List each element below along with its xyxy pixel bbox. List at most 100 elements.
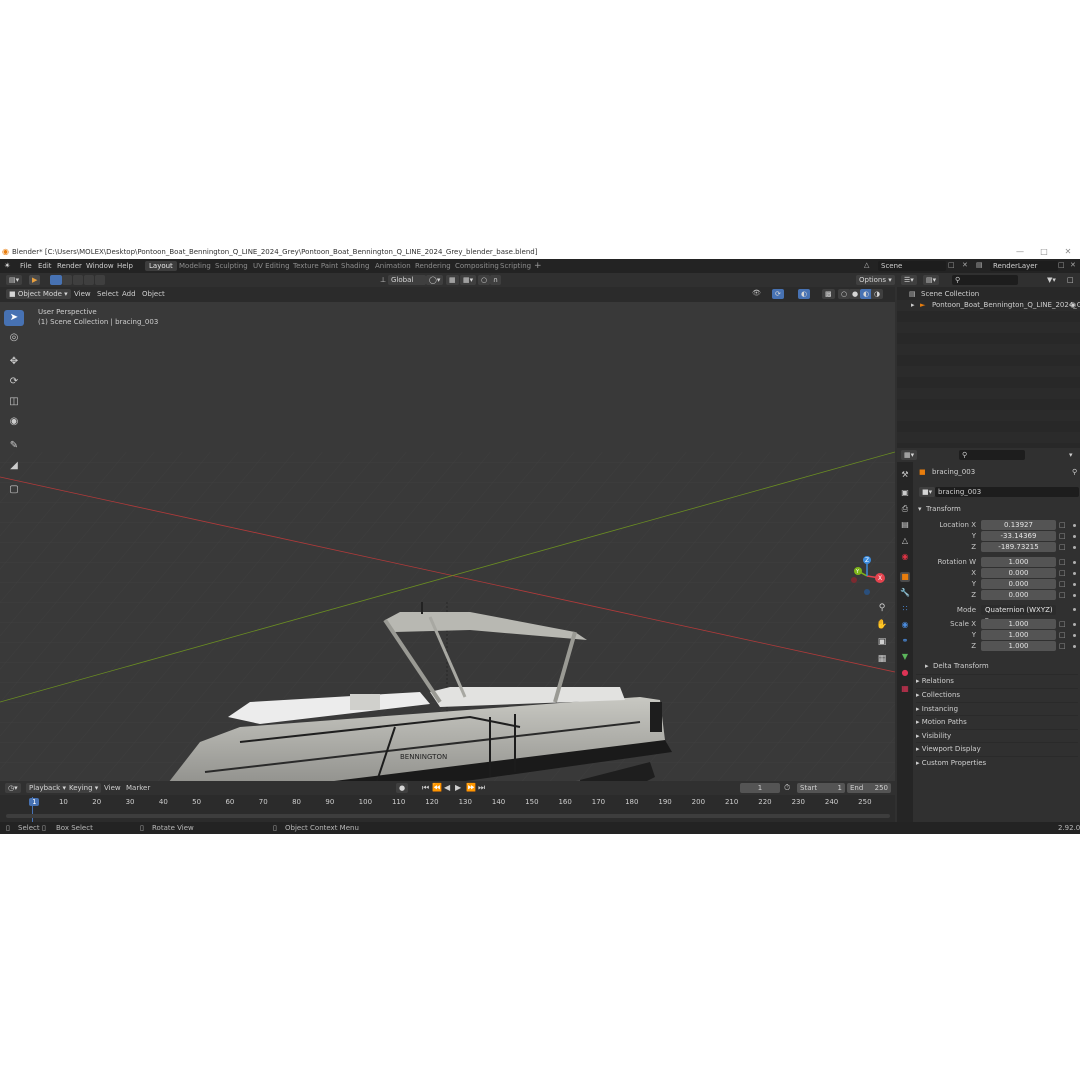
tab-animation[interactable]: Animation — [371, 261, 415, 271]
lock-icon[interactable]: □ — [1059, 631, 1066, 639]
end-frame-field[interactable]: End 250 — [847, 783, 891, 793]
lock-icon[interactable]: □ — [1059, 543, 1066, 551]
location-y-field[interactable]: -33.14369 — [981, 531, 1056, 541]
tab-scripting[interactable]: Scripting — [496, 261, 535, 271]
keyframe-dot-icon[interactable] — [1073, 594, 1076, 597]
keyframe-dot-icon[interactable] — [1073, 583, 1076, 586]
menu-help[interactable]: Help — [117, 262, 133, 270]
transform-expand-icon[interactable]: ▾ — [918, 505, 922, 513]
timeline-view-menu[interactable]: View — [104, 784, 121, 792]
scale-z-field[interactable]: 1.000 — [981, 641, 1056, 651]
properties-options-icon[interactable]: ▾ — [1069, 451, 1073, 459]
add-cube-tool-icon[interactable]: ▢ — [4, 482, 24, 498]
material-tab-icon[interactable]: ● — [900, 668, 910, 678]
rotation-mode-dropdown[interactable]: Quaternion (WXYZ) ▾ — [981, 605, 1056, 624]
timeline-marker-menu[interactable]: Marker — [126, 784, 150, 792]
menu-view[interactable]: View — [74, 290, 91, 298]
snap-target-icon[interactable]: ▦▾ — [460, 275, 477, 285]
object-name-field[interactable]: bracing_003 — [935, 487, 1079, 497]
current-frame-field[interactable]: 1 — [740, 783, 780, 793]
mode-difference-icon[interactable] — [84, 275, 94, 285]
gizmo-toggle-icon[interactable]: ⟳ — [772, 289, 784, 299]
tab-sculpting[interactable]: Sculpting — [211, 261, 252, 271]
mode-set-icon[interactable] — [50, 275, 62, 285]
delete-scene-icon[interactable]: ✕ — [962, 261, 968, 269]
menu-file[interactable]: File — [20, 262, 32, 270]
texture-tab-icon[interactable]: ▦ — [900, 684, 910, 694]
keyframe-dot-icon[interactable] — [1073, 524, 1076, 527]
expand-arrow-icon[interactable]: ▸ — [911, 301, 915, 309]
perspective-toggle-icon[interactable]: ▦ — [875, 652, 889, 666]
jump-end-icon[interactable]: ⏭ — [478, 783, 485, 793]
timeline-scrollbar[interactable] — [6, 814, 890, 818]
object-type-dropdown[interactable]: ■▾ — [919, 487, 936, 497]
delete-view-layer-icon[interactable]: ✕ — [1070, 261, 1076, 269]
outliner-editor-type-icon[interactable]: ☰▾ — [901, 275, 917, 285]
menu-object[interactable]: Object — [142, 290, 165, 298]
tab-texture-paint[interactable]: Texture Paint — [289, 261, 342, 271]
measure-tool-icon[interactable]: ◢ — [4, 458, 24, 474]
panel-motion-paths[interactable]: ▸ Motion Paths — [916, 715, 1078, 728]
scale-y-field[interactable]: 1.000 — [981, 630, 1056, 640]
mode-subtract-icon[interactable] — [73, 275, 83, 285]
keying-menu[interactable]: Keying ▾ — [66, 783, 102, 793]
zoom-icon[interactable]: ⚲ — [875, 601, 889, 615]
particles-tab-icon[interactable]: ∷ — [900, 604, 910, 614]
cursor-tool-icon[interactable]: ◎ — [4, 330, 24, 346]
new-scene-icon[interactable]: □ — [948, 261, 955, 269]
tab-uv-editing[interactable]: UV Editing — [249, 261, 294, 271]
rendered-shading-icon[interactable]: ◑ — [871, 289, 884, 299]
visibility-selectability-icon[interactable]: 👁 — [752, 289, 761, 297]
lock-icon[interactable]: □ — [1059, 558, 1066, 566]
outliner-row[interactable]: ▸ ► Pontoon_Boat_Bennington_Q_LINE_2024_… — [897, 300, 1080, 311]
lock-icon[interactable]: □ — [1059, 620, 1066, 628]
lock-icon[interactable]: □ — [1059, 642, 1066, 650]
pan-hand-icon[interactable]: ✋ — [875, 618, 889, 632]
lock-icon[interactable]: □ — [1059, 580, 1066, 588]
mode-extend-icon[interactable] — [62, 275, 72, 285]
menu-select[interactable]: Select — [97, 290, 119, 298]
visibility-eye-icon[interactable]: ◉ — [1070, 301, 1076, 309]
lock-icon[interactable]: □ — [1059, 532, 1066, 540]
properties-editor-type-icon[interactable]: ▦▾ — [901, 450, 918, 460]
panel-custom-properties[interactable]: ▸ Custom Properties — [916, 756, 1078, 769]
blender-menu-icon[interactable]: ✴ — [4, 261, 11, 270]
keyframe-dot-icon[interactable] — [1073, 546, 1076, 549]
editor-type-icon[interactable]: ▤▾ — [6, 275, 23, 285]
filter-icon[interactable]: ▼▾ — [1047, 276, 1056, 284]
panel-relations[interactable]: ▸ Relations — [916, 674, 1078, 687]
playback-menu[interactable]: Playback ▾ — [26, 783, 69, 793]
object-tab-icon[interactable]: ■ — [900, 572, 910, 582]
scale-x-field[interactable]: 1.000 — [981, 619, 1056, 629]
transform-panel-title[interactable]: Transform — [926, 505, 961, 513]
frame-ruler[interactable]: 1 10 20 30 40 50 60 70 80 90 100 110 120 130 140 150 160… — [0, 795, 895, 809]
tab-rendering[interactable]: Rendering — [411, 261, 455, 271]
lock-icon[interactable]: □ — [1059, 521, 1066, 529]
delta-transform-expand-icon[interactable]: ▸ — [925, 662, 929, 670]
camera-view-icon[interactable]: ▣ — [875, 635, 889, 649]
jump-start-icon[interactable]: ⏮ — [422, 783, 429, 793]
tab-layout[interactable]: Layout — [145, 261, 177, 271]
play-icon[interactable]: ▶ — [455, 783, 461, 792]
transform-orientation-dropdown[interactable]: Global — [388, 275, 426, 285]
mode-dropdown[interactable]: ■ Object Mode ▾ — [6, 289, 71, 299]
panel-collections[interactable]: ▸ Collections — [916, 688, 1078, 701]
delta-transform-panel[interactable]: Delta Transform — [933, 662, 989, 670]
rotation-y-field[interactable]: 0.000 — [981, 579, 1056, 589]
play-reverse-icon[interactable]: ◀ — [444, 783, 450, 792]
menu-render[interactable]: Render — [57, 262, 82, 270]
view-layer-icon[interactable]: ▤ — [976, 261, 983, 269]
tab-shading[interactable]: Shading — [337, 261, 373, 271]
pin-icon[interactable]: ⚲ — [1072, 468, 1077, 476]
physics-tab-icon[interactable]: ◉ — [900, 620, 910, 630]
add-workspace-icon[interactable]: + — [534, 261, 542, 271]
outliner-search-input[interactable]: ⚲ — [952, 275, 1018, 285]
outliner-root[interactable]: Scene Collection — [921, 290, 979, 298]
new-collection-icon[interactable]: □ — [1067, 276, 1074, 284]
view-layer-tab-icon[interactable]: ▤ — [900, 520, 910, 530]
close-icon[interactable]: ✕ — [1062, 247, 1074, 257]
new-view-layer-icon[interactable]: □ — [1058, 261, 1065, 269]
modifiers-tab-icon[interactable]: 🔧 — [900, 588, 910, 598]
options-dropdown[interactable]: Options ▾ — [856, 275, 895, 285]
outliner-item-label[interactable]: Pontoon_Boat_Bennington_Q_LINE_2024_Gr — [932, 301, 1080, 309]
